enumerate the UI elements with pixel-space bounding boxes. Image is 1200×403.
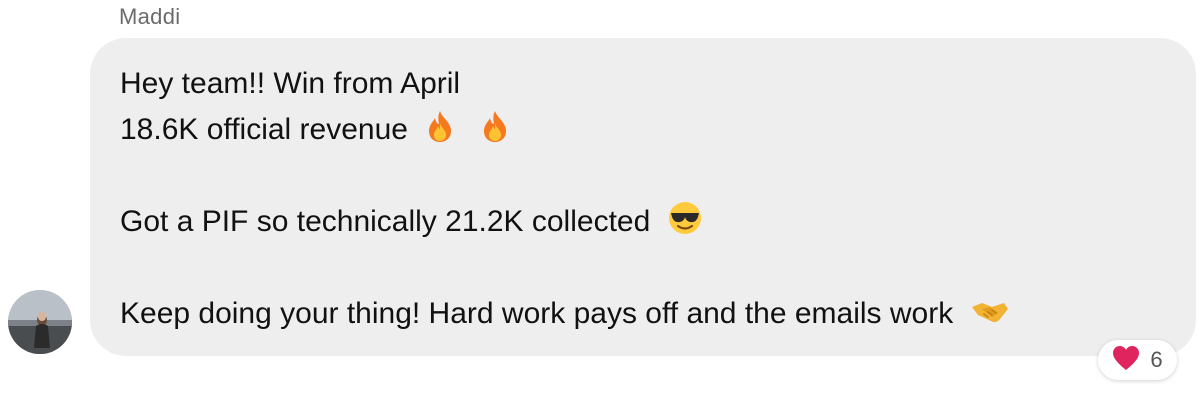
message-line-2: 18.6K official revenue xyxy=(120,107,1196,153)
message-text: 18.6K official revenue xyxy=(120,113,408,146)
message-line-4: Got a PIF so technically 21.2K collected xyxy=(120,199,1196,245)
fire-icon xyxy=(424,109,456,143)
avatar[interactable] xyxy=(8,290,72,354)
sender-name: Maddi xyxy=(119,4,181,29)
message-text: Got a PIF so technically 21.2K collected xyxy=(120,205,651,238)
heart-icon xyxy=(1112,345,1140,376)
message-text: Hey team!! Win from April xyxy=(120,67,461,100)
chat-message-row: Maddi Hey team!! Win from April 18.6K of… xyxy=(0,0,1200,403)
reaction-count: 6 xyxy=(1150,347,1163,372)
handshake-icon xyxy=(970,297,1010,327)
avatar-photo xyxy=(8,290,72,354)
message-text: Keep doing your thing! Hard work pays of… xyxy=(120,297,954,330)
sunglasses-face-icon xyxy=(667,201,703,235)
message-bubble[interactable]: Hey team!! Win from April 18.6K official… xyxy=(90,38,1196,356)
reaction-badge[interactable]: 6 xyxy=(1098,340,1177,380)
fire-icon xyxy=(479,109,511,143)
message-line-6: Keep doing your thing! Hard work pays of… xyxy=(120,291,1196,337)
message-line-1: Hey team!! Win from April xyxy=(120,61,1196,107)
